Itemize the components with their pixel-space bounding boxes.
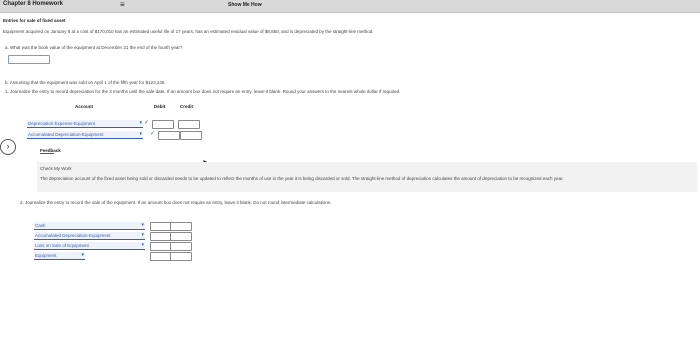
step2-instructions: 2. Journalize the entry to record the sa… xyxy=(20,200,332,205)
question-heading: Entries for sale of fixed asset xyxy=(3,18,66,23)
previous-arrow-icon[interactable]: › xyxy=(0,139,16,155)
entry2-credit-input-3[interactable] xyxy=(170,242,192,251)
entry2-debit-input-4[interactable] xyxy=(150,252,172,261)
part-a-prompt: a. What was the book value of the equipm… xyxy=(5,45,183,50)
entry1-account-select-1[interactable]: Depreciation Expense-Equipment ▾ xyxy=(27,120,143,128)
part-b-prompt: b. Assuming that the equipment was sold … xyxy=(5,80,166,85)
menu-icon[interactable]: ≡ xyxy=(120,0,125,9)
entry1-account-select-2[interactable]: Accumulated Depreciation-Equipment ▾ xyxy=(27,131,143,139)
column-header-credit: Credit xyxy=(180,104,194,109)
entry2-debit-input-3[interactable] xyxy=(150,242,172,251)
entry2-credit-input-2[interactable] xyxy=(170,232,192,241)
chevron-down-icon: ▾ xyxy=(141,242,144,248)
entry2-debit-input-1[interactable] xyxy=(150,222,172,231)
app-title: Chapter 8 Homework xyxy=(3,1,64,7)
entry2-account-select-3[interactable]: Loss on Sale of Equipment ▾ xyxy=(34,242,145,250)
chevron-down-icon: ▾ xyxy=(141,232,144,238)
entry1-debit-input-1[interactable] xyxy=(152,120,174,129)
check-icon: ✓ xyxy=(150,131,156,137)
entry2-credit-input-1[interactable] xyxy=(170,222,192,231)
entry2-credit-input-4[interactable] xyxy=(170,252,192,261)
entry1-credit-input-2[interactable] xyxy=(180,131,202,140)
column-header-account: Account xyxy=(75,104,93,109)
entry2-account-select-2[interactable]: Accumulated Depreciation-Equipment ▾ xyxy=(34,232,145,240)
entry2-account-select-4[interactable]: Equipment ▾ xyxy=(34,252,85,260)
feedback-text: The depreciation account of the fixed as… xyxy=(40,176,564,181)
show-me-how-link[interactable]: Show Me How xyxy=(228,2,262,8)
question-intro: Equipment acquired on January 8 at a cos… xyxy=(3,29,374,34)
entry2-account-select-1[interactable]: Cash ▾ xyxy=(34,222,145,230)
book-value-input[interactable] xyxy=(8,55,50,64)
feedback-subtitle: Check My Work xyxy=(40,166,72,171)
entry1-debit-input-2[interactable] xyxy=(158,131,180,140)
column-header-debit: Debit xyxy=(154,104,166,109)
step1-instructions: 1. Journalize the entry to record deprec… xyxy=(5,89,401,94)
check-icon: ✓ xyxy=(144,120,150,126)
chevron-down-icon: ▾ xyxy=(81,252,84,258)
chevron-down-icon: ▾ xyxy=(139,131,142,137)
entry2-debit-input-2[interactable] xyxy=(150,232,172,241)
chevron-down-icon: ▾ xyxy=(141,222,144,228)
chevron-down-icon: ▾ xyxy=(139,120,142,126)
top-bar: Chapter 8 Homework ≡ Show Me How xyxy=(0,0,700,13)
feedback-divider xyxy=(40,153,54,154)
entry1-credit-input-1[interactable] xyxy=(178,120,200,129)
